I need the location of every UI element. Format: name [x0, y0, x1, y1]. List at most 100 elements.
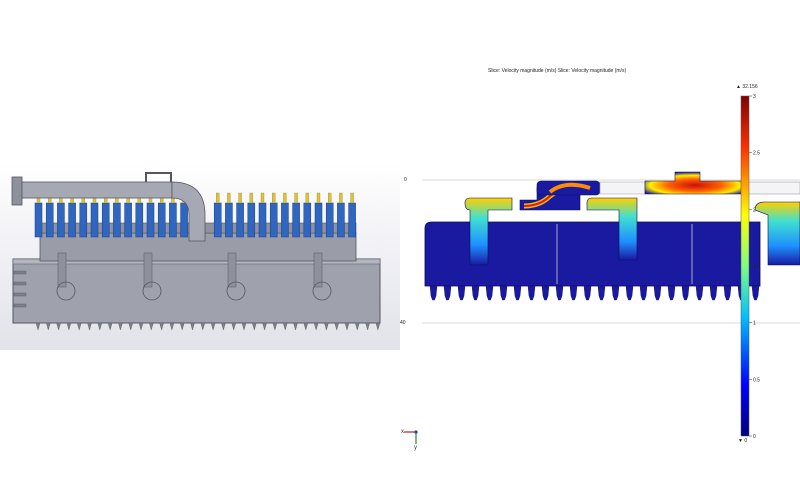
outlet-nozzle: [681, 285, 690, 301]
outlet-nozzle: [667, 285, 676, 301]
triad-origin: [414, 430, 418, 434]
pipe-handle: [145, 172, 172, 182]
nozzle: [303, 202, 312, 238]
tooth: [97, 322, 103, 331]
inlet-tee-hot: [644, 171, 746, 195]
outlet-nozzle: [751, 285, 760, 301]
nozzle: [79, 202, 88, 238]
nozzle: [124, 202, 132, 238]
colorbar-max-label: ▲ 32.156: [736, 84, 758, 90]
tooth: [138, 322, 144, 331]
tooth: [200, 322, 206, 331]
outlet-nozzle: [695, 285, 704, 301]
outlet-nozzle: [513, 285, 522, 301]
nozzle: [101, 202, 110, 238]
nozzle-tip: [339, 192, 343, 204]
tooth: [293, 322, 298, 331]
y-tick-bottom: 40: [400, 320, 406, 326]
tooth: [324, 322, 329, 331]
bottom-teeth: [35, 322, 381, 331]
tooth: [365, 322, 370, 331]
side-port: [13, 270, 27, 275]
colorbar-min-label: ▼ 0: [738, 438, 748, 444]
nozzle-tip: [238, 192, 242, 204]
outlet-nozzle: [527, 285, 536, 301]
inlet-pipe: [21, 181, 173, 199]
side-port: [13, 303, 27, 308]
colorbar-tick-label: 3: [753, 94, 756, 100]
tooth: [241, 322, 247, 331]
tooth: [46, 322, 51, 331]
tooth: [221, 322, 226, 331]
nozzle: [90, 202, 99, 238]
nozzle: [34, 202, 43, 238]
nozzle-tip: [249, 192, 253, 204]
leg-right: [754, 201, 800, 266]
nozzle-tip: [350, 192, 354, 204]
outlet-nozzle: [709, 285, 718, 301]
tooth: [334, 322, 339, 331]
outlet-nozzle: [611, 285, 620, 301]
tooth: [210, 322, 216, 331]
tooth: [282, 322, 288, 331]
header-pipe-gap: [599, 181, 646, 195]
nozzle: [269, 202, 278, 238]
tooth: [149, 322, 154, 331]
tooth: [355, 322, 360, 331]
velocity-slice-plot: 0 40 3 2.5 2 1.5 1 0.5 0: [400, 94, 800, 444]
side-port: [13, 292, 27, 297]
outlet-nozzle: [653, 285, 662, 301]
outlet-nozzle: [541, 285, 550, 301]
nozzle: [213, 202, 222, 238]
header-pipe-right: [744, 181, 800, 195]
nozzle-tip: [272, 192, 276, 204]
nozzle-tip: [305, 192, 309, 204]
tooth: [231, 322, 236, 331]
tooth: [128, 322, 133, 331]
nozzle-tip: [316, 192, 321, 204]
colorbar-tick-label: 0: [753, 434, 756, 440]
nozzle: [68, 202, 76, 238]
outlet-nozzle: [555, 285, 564, 301]
outlet-nozzles: [429, 285, 760, 301]
nozzle: [337, 202, 345, 238]
outlet-nozzle: [429, 285, 438, 301]
outlet-nozzle: [569, 285, 578, 301]
manifold-body: [12, 258, 381, 324]
nozzle: [292, 202, 300, 238]
tooth: [344, 322, 350, 331]
outlet-nozzle: [471, 285, 480, 301]
tooth: [252, 322, 257, 331]
triad-y-label: y: [414, 445, 417, 451]
nozzle-tip: [283, 192, 287, 204]
tooth: [118, 322, 123, 331]
tooth: [190, 322, 195, 331]
nozzle: [225, 202, 233, 238]
nozzle: [180, 202, 188, 238]
tooth: [159, 322, 164, 331]
colorbar-tick-label: 2: [753, 207, 756, 213]
outlet-nozzle: [499, 285, 508, 301]
outlet-nozzle: [443, 285, 452, 301]
tooth: [76, 322, 82, 331]
cad-model-viewport[interactable]: [0, 163, 400, 350]
outlet-nozzle: [583, 285, 592, 301]
nozzle-tip: [260, 192, 265, 204]
y-tick-top: 0: [404, 177, 407, 183]
tooth: [262, 322, 267, 331]
nozzle: [258, 202, 267, 238]
colorbar-tick-label: 1.5: [753, 264, 760, 270]
simulation-viewport[interactable]: Slice: Velocity magnitude (m/s) Slice: V…: [400, 60, 800, 460]
nozzle: [247, 202, 256, 238]
outlet-nozzle: [723, 285, 732, 301]
nozzle: [113, 202, 121, 238]
nozzle: [314, 202, 323, 238]
tooth: [375, 322, 381, 331]
nozzle: [281, 202, 289, 238]
tooth: [303, 322, 309, 331]
nozzle: [135, 202, 144, 238]
inlet-flange: [11, 176, 23, 206]
nozzle: [57, 202, 65, 238]
nozzle: [157, 202, 166, 238]
tooth: [179, 322, 185, 331]
